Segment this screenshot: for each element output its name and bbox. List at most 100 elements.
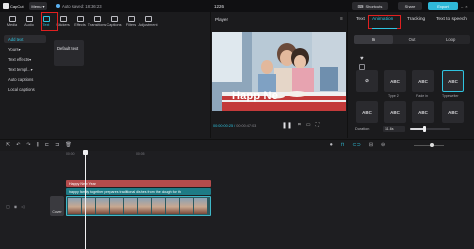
sidebar-item-yours[interactable]: Yours ▾: [4, 45, 46, 53]
capcut-logo-icon: [3, 3, 9, 9]
preset-item[interactable]: ABC: [442, 101, 464, 123]
text-tab-highlight: [41, 12, 58, 31]
magnet-icon[interactable]: ⊓: [341, 142, 345, 148]
close-icon[interactable]: ×: [465, 4, 467, 9]
zoom-out-icon[interactable]: ⊖: [381, 142, 385, 148]
text-clip[interactable]: Happy New Year: [66, 180, 211, 187]
default-text-card[interactable]: [54, 40, 84, 66]
toolbar-media[interactable]: Media: [4, 12, 20, 30]
animation-tab-highlight: [368, 15, 401, 29]
preset-none[interactable]: ⊘: [356, 70, 378, 92]
preset-label: Typewriter: [442, 94, 459, 98]
sidebar-item-local-captions[interactable]: Local captions: [4, 85, 46, 93]
window-controls[interactable]: – ×: [461, 2, 473, 10]
overlay-text[interactable]: Happ Ne: [232, 90, 278, 102]
clip-thumbnail: [152, 198, 165, 214]
preset-type-2[interactable]: ABC: [384, 70, 406, 92]
captions-icon: [110, 15, 118, 22]
toolbar-label: Audio: [24, 22, 34, 27]
sidebar-item-label: Text templ...: [8, 66, 31, 72]
chevron-down-icon: ▾: [30, 66, 33, 72]
toolbar-label: Captions: [106, 22, 122, 27]
clip-thumbnail: [180, 198, 193, 214]
player-timecode: 00:00:00:25 / 00:00:47:03: [213, 124, 257, 128]
fullscreen-icon[interactable]: ⛶: [316, 122, 320, 128]
lock-icon[interactable]: ▢: [6, 204, 10, 209]
sidebar-item-auto-captions[interactable]: Auto captions: [4, 75, 46, 83]
segment-loop[interactable]: Loop: [431, 35, 470, 44]
stickers-icon: [59, 15, 67, 22]
tab-text-to-speech[interactable]: Text to speech: [436, 17, 467, 22]
zoom-slider-handle[interactable]: [430, 143, 434, 147]
toolbar-filters[interactable]: Filters: [123, 12, 139, 30]
segment-in[interactable]: In: [354, 35, 393, 44]
toolbar-adjustment[interactable]: Adjustment: [139, 12, 158, 30]
sidebar-item-label: Local captions: [8, 86, 35, 92]
tab-tracking[interactable]: Tracking: [407, 17, 425, 22]
timeline-edit-tools: ⇱ ↶ ↷ ⫼ ⊏ ⊐ 🗑: [6, 142, 72, 148]
cloud-saved-icon: [56, 4, 60, 8]
asset-toolbar: Media Audio Text Stickers Effects Transitions…: [0, 12, 208, 31]
toolbar-label: Stickers: [56, 22, 70, 27]
preset-item[interactable]: ABC: [412, 101, 434, 123]
toolbar-effects[interactable]: Effects: [72, 12, 88, 30]
clip-thumbnail: [138, 198, 151, 214]
play-pause-button[interactable]: ❚❚: [282, 122, 292, 129]
player-title: Player: [215, 17, 229, 22]
eye-icon[interactable]: ◉: [14, 204, 18, 209]
segment-out[interactable]: Out: [393, 35, 432, 44]
player-menu-icon[interactable]: ≡: [340, 16, 343, 22]
select-icon[interactable]: ⇱: [6, 142, 10, 148]
shortcuts-button[interactable]: ⌨ Shortcuts: [352, 2, 388, 10]
video-clip[interactable]: [66, 196, 211, 216]
crop-icon[interactable]: ⌗: [298, 122, 301, 128]
split-right-icon[interactable]: ⊐: [55, 142, 59, 148]
project-title[interactable]: 1226: [214, 2, 224, 10]
split-icon[interactable]: ⫼: [37, 142, 39, 148]
sidebar-item-text-templ[interactable]: Text templ... ▾: [4, 65, 46, 73]
duration-slider-handle[interactable]: [423, 126, 426, 132]
menu-button[interactable]: Menu ▾: [29, 2, 47, 10]
share-label: Share: [404, 3, 416, 9]
share-button[interactable]: Share: [398, 2, 422, 10]
preset-typewriter[interactable]: ABC: [442, 70, 464, 92]
main-track-controls: ▢ ◉ ◁: [6, 204, 24, 209]
toolbar-label: Filters: [125, 22, 137, 27]
toolbar-audio[interactable]: Audio: [21, 12, 37, 30]
preset-label: Type 2: [388, 94, 399, 98]
mute-icon[interactable]: ◁: [21, 204, 24, 209]
minimize-icon[interactable]: –: [461, 4, 463, 9]
preset-glyph: ABC: [390, 109, 400, 115]
cover-button[interactable]: Cover: [50, 196, 64, 216]
toolbar-transitions[interactable]: Transitions: [88, 12, 106, 30]
sidebar-item-add-text[interactable]: Add text: [4, 35, 46, 43]
sidebar-item-label: Yours: [8, 46, 19, 52]
zoom-slider[interactable]: [414, 145, 444, 146]
delete-icon[interactable]: 🗑: [65, 142, 71, 148]
ratio-icon[interactable]: ▭: [306, 122, 311, 128]
sidebar-item-text-effects[interactable]: Text effects ▾: [4, 55, 46, 63]
undo-icon[interactable]: ↶: [16, 142, 20, 148]
export-button[interactable]: Export: [428, 2, 458, 10]
preset-item[interactable]: ABC: [356, 101, 378, 123]
tab-text[interactable]: Text: [356, 17, 365, 22]
toolbar-captions[interactable]: Captions: [106, 12, 122, 30]
split-left-icon[interactable]: ⊏: [45, 142, 49, 148]
toolbar-label: Media: [6, 22, 18, 27]
adjustment-icon: [144, 15, 152, 22]
sidebar-item-label: Text effects: [8, 56, 30, 62]
ruler-tick: 00:05: [136, 152, 145, 156]
preview-axis-icon[interactable]: ⊟: [369, 142, 373, 148]
caption-clip[interactable]: happy family together prepares tradition…: [66, 188, 211, 195]
duration-input[interactable]: 11.6s: [383, 126, 405, 132]
clip-thumbnail: [68, 198, 81, 214]
total-time: 00:00:47:03: [236, 124, 257, 128]
playhead[interactable]: [85, 150, 86, 249]
playhead-handle[interactable]: [83, 150, 88, 155]
favorite-icon[interactable]: ♥: [360, 56, 364, 62]
redo-icon[interactable]: ↷: [26, 142, 30, 148]
preset-item[interactable]: ABC: [384, 101, 406, 123]
record-icon[interactable]: ⏺: [330, 142, 333, 148]
link-icon[interactable]: ⊂⊃: [352, 142, 360, 148]
preset-fade-in[interactable]: ABC: [412, 70, 434, 92]
